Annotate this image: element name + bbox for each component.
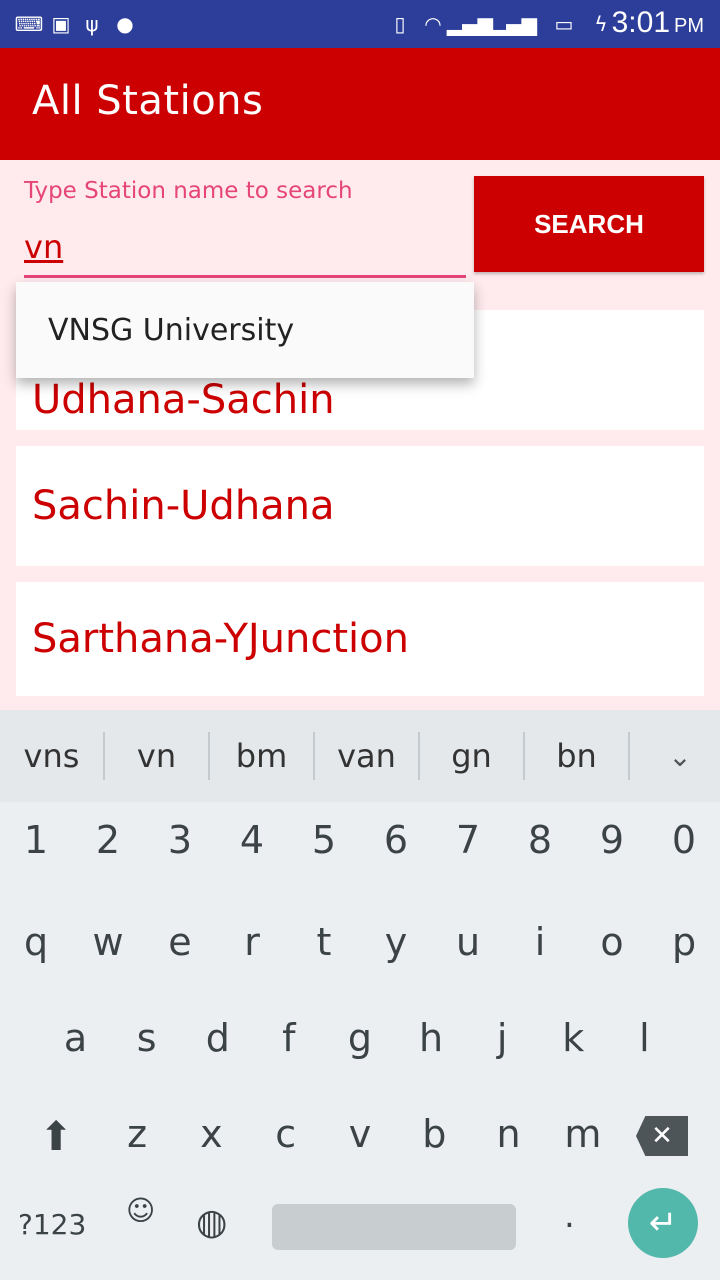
clock-ampm: PM xyxy=(674,15,704,37)
divider xyxy=(628,732,630,780)
key-u[interactable]: u xyxy=(438,920,498,964)
letter-row-middle: a s d f g h j k l xyxy=(0,1016,720,1060)
suggestion-strip: vns vn bm van gn bn ⌄ xyxy=(0,710,720,802)
key-i[interactable]: i xyxy=(510,920,570,964)
key-t[interactable]: t xyxy=(294,920,354,964)
signal-2-icon: ▂▄▆ xyxy=(490,12,538,36)
station-item[interactable]: Sarthana-YJunction xyxy=(16,582,704,696)
key-3[interactable]: 3 xyxy=(150,818,210,862)
space-bar[interactable] xyxy=(272,1204,516,1250)
keyboard-icon: ⌨ xyxy=(14,12,44,36)
station-name: Sarthana-YJunction xyxy=(32,616,409,662)
key-6[interactable]: 6 xyxy=(366,818,426,862)
suggestion-word[interactable]: van xyxy=(315,737,418,775)
signal-1-icon: ▂▄▆ xyxy=(446,12,494,36)
key-p[interactable]: p xyxy=(654,920,714,964)
key-h[interactable]: h xyxy=(401,1016,461,1060)
key-2[interactable]: 2 xyxy=(78,818,138,862)
key-a[interactable]: a xyxy=(46,1016,106,1060)
key-k[interactable]: k xyxy=(543,1016,603,1060)
key-y[interactable]: y xyxy=(366,920,426,964)
suggestion-word[interactable]: bm xyxy=(210,737,313,775)
key-7[interactable]: 7 xyxy=(438,818,498,862)
key-s[interactable]: s xyxy=(117,1016,177,1060)
vibrate-icon: ▯ xyxy=(394,12,406,36)
number-row: 1 2 3 4 5 6 7 8 9 0 xyxy=(0,818,720,862)
app-toolbar: All Stations xyxy=(0,48,720,160)
image-icon: ▣ xyxy=(51,12,71,36)
key-j[interactable]: j xyxy=(472,1016,532,1060)
chevron-down-icon[interactable]: ⌄ xyxy=(640,740,720,773)
key-n[interactable]: n xyxy=(479,1112,539,1156)
shift-icon[interactable]: ⬆ xyxy=(28,1114,84,1170)
suggestion-word[interactable]: vns xyxy=(0,737,103,775)
key-z[interactable]: z xyxy=(107,1112,167,1156)
clock: 3:01 PM xyxy=(612,6,704,40)
key-9[interactable]: 9 xyxy=(582,818,642,862)
backspace-icon[interactable]: ✕ xyxy=(636,1116,688,1156)
key-0[interactable]: 0 xyxy=(654,818,714,862)
station-name: Udhana-Sachin xyxy=(32,377,335,423)
usb-icon: ψ xyxy=(85,12,99,36)
key-1[interactable]: 1 xyxy=(6,818,66,862)
key-g[interactable]: g xyxy=(330,1016,390,1060)
page-title: All Stations xyxy=(32,78,264,124)
wifi-icon: ◠ xyxy=(424,12,442,36)
station-name: Sachin-Udhana xyxy=(32,483,335,529)
key-5[interactable]: 5 xyxy=(294,818,354,862)
key-e[interactable]: e xyxy=(150,920,210,964)
search-button[interactable]: SEARCH xyxy=(474,176,704,272)
search-label: Type Station name to search xyxy=(24,178,353,204)
autocomplete-suggestion[interactable]: VNSG University xyxy=(16,282,474,378)
letter-row-top: q w e r t y u i o p xyxy=(0,920,720,964)
station-item[interactable]: Sachin-Udhana xyxy=(16,446,704,566)
key-4[interactable]: 4 xyxy=(222,818,282,862)
key-x[interactable]: x xyxy=(181,1112,241,1156)
clock-time: 3:01 xyxy=(611,6,670,39)
key-w[interactable]: w xyxy=(78,920,138,964)
suggestion-word[interactable]: bn xyxy=(525,737,628,775)
status-bar: ⌨ ▣ ψ ● ▯ ◠ ▂▄▆ ▂▄▆ ▭ ϟ 3:01 PM xyxy=(0,0,720,48)
key-8[interactable]: 8 xyxy=(510,818,570,862)
suggestion-word[interactable]: gn xyxy=(420,737,523,775)
key-v[interactable]: v xyxy=(330,1112,390,1156)
key-f[interactable]: f xyxy=(259,1016,319,1060)
key-d[interactable]: d xyxy=(188,1016,248,1060)
search-input[interactable] xyxy=(24,218,466,278)
key-l[interactable]: l xyxy=(614,1016,674,1060)
globe-icon[interactable]: ◍ xyxy=(196,1202,227,1243)
key-c[interactable]: c xyxy=(256,1112,316,1156)
soft-keyboard: vns vn bm van gn bn ⌄ 1 2 3 4 5 6 7 8 9 … xyxy=(0,710,720,1280)
letter-row-bottom: z x c v b n m xyxy=(100,1112,620,1156)
charging-icon: ϟ xyxy=(594,12,608,36)
key-r[interactable]: r xyxy=(222,920,282,964)
key-q[interactable]: q xyxy=(6,920,66,964)
enter-icon[interactable]: ↵ xyxy=(628,1188,698,1258)
period-key[interactable]: . xyxy=(564,1196,575,1236)
symbols-key[interactable]: ?123 xyxy=(18,1208,86,1241)
android-icon: ● xyxy=(116,12,134,36)
key-m[interactable]: m xyxy=(553,1112,613,1156)
key-b[interactable]: b xyxy=(404,1112,464,1156)
key-o[interactable]: o xyxy=(582,920,642,964)
suggestion-word[interactable]: vn xyxy=(105,737,208,775)
emoji-icon[interactable]: ☺ xyxy=(126,1194,155,1227)
battery-icon: ▭ xyxy=(554,12,574,36)
